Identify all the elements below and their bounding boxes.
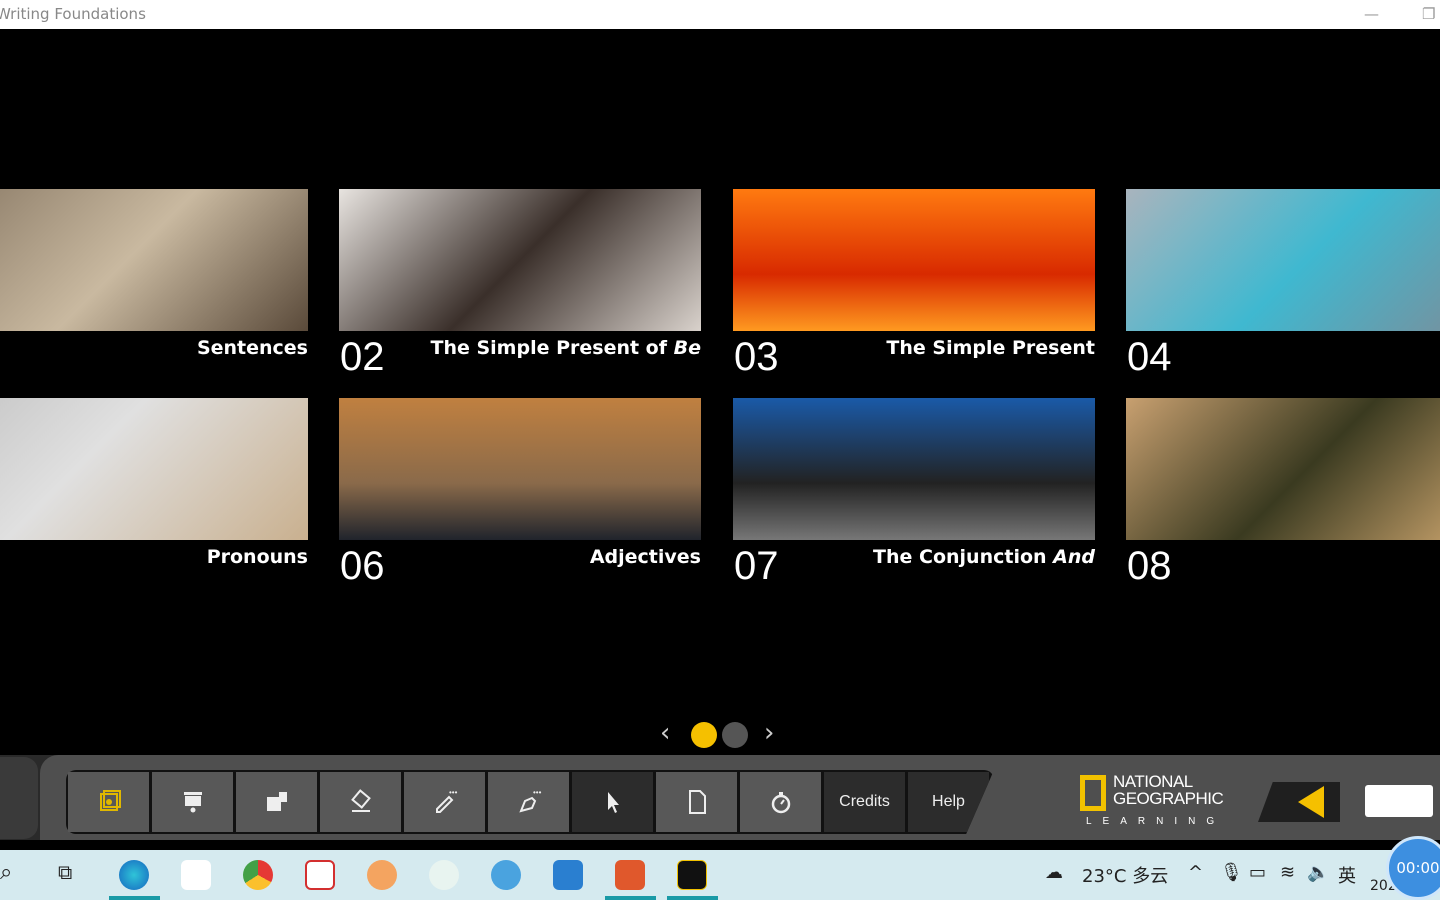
eraser-icon: [350, 789, 371, 812]
weather-text[interactable]: 23°C 多云: [1082, 862, 1168, 888]
media-button[interactable]: [68, 772, 149, 832]
unit-number: 03: [734, 335, 779, 379]
media-icon: [99, 790, 121, 811]
unit-title: Adjectives: [589, 546, 701, 568]
edge-icon[interactable]: [119, 860, 149, 890]
projector-screen-icon: [183, 792, 202, 813]
restore-button[interactable]: ❐: [1422, 0, 1435, 29]
unit-title: The Simple Present of Be: [430, 337, 701, 359]
task-view-icon[interactable]: ⧉: [58, 860, 72, 884]
battery-icon[interactable]: ▭: [1249, 862, 1266, 883]
projector-screen-button[interactable]: [152, 772, 233, 832]
svg-text:•••: •••: [449, 789, 458, 797]
unit-thumbnail[interactable]: [733, 398, 1095, 540]
stopwatch-icon: [771, 792, 790, 814]
unit-card[interactable]: 04 M: [1126, 189, 1440, 379]
unit-thumbnail[interactable]: [1126, 189, 1440, 331]
next-page-button[interactable]: ›: [764, 718, 774, 748]
tray-overflow-icon[interactable]: ^: [1188, 862, 1203, 883]
internet-explorer-icon[interactable]: [491, 860, 521, 890]
stopwatch-button[interactable]: [740, 772, 821, 832]
page-dot-2[interactable]: [722, 722, 748, 748]
unit-title: The Conjunction And: [873, 546, 1095, 568]
pencil-button[interactable]: •••: [404, 772, 485, 832]
unit-card[interactable]: 03 The Simple Present: [733, 189, 1095, 379]
pencil-icon: •••: [435, 789, 458, 813]
wifi-icon[interactable]: ≋: [1280, 862, 1295, 883]
screenshot-tool-icon[interactable]: [367, 860, 397, 890]
unit-thumbnail[interactable]: [733, 189, 1095, 331]
ime-indicator[interactable]: 英: [1338, 862, 1356, 888]
search-icon[interactable]: ⌕: [0, 860, 12, 885]
blank-page-button[interactable]: [656, 772, 737, 832]
chrome-icon[interactable]: [243, 860, 273, 890]
unit-card[interactable]: 02 The Simple Present of Be: [339, 189, 701, 379]
unit-card[interactable]: Sentences: [0, 189, 308, 379]
unit-title: Sentences: [196, 337, 308, 359]
baidu-netdisk-icon[interactable]: [181, 860, 211, 890]
pen-icon: •••: [518, 789, 542, 813]
title-bar: Writing Foundations — ❐: [0, 0, 1440, 29]
tool-group: ••• ••• Credits Help: [66, 770, 994, 834]
unit-number: 07: [734, 544, 779, 588]
app-icon[interactable]: [429, 860, 459, 890]
windows-icon: [266, 792, 287, 811]
unit-card[interactable]: 06 Adjectives: [339, 398, 701, 588]
unit-card[interactable]: 07 The Conjunction And: [733, 398, 1095, 588]
unit-number: 02: [340, 335, 385, 379]
bottom-toolbar: ••• ••• Credits Help: [0, 755, 1440, 840]
window-title: Writing Foundations: [0, 5, 146, 23]
logo-line3: LEARNING: [1086, 816, 1226, 827]
minimize-button[interactable]: —: [1364, 0, 1379, 29]
pdf-reader-icon[interactable]: [305, 860, 335, 890]
unit-title: The Simple Present: [886, 337, 1095, 359]
toolbar-left-tab[interactable]: [0, 757, 38, 839]
windows-button[interactable]: [236, 772, 317, 832]
unit-thumbnail[interactable]: [0, 398, 308, 540]
unit-card[interactable]: Pronouns: [0, 398, 308, 588]
credits-button[interactable]: Credits: [824, 772, 905, 832]
unit-number: 06: [340, 544, 385, 588]
unit-number: 04: [1127, 335, 1172, 379]
svg-text:•••: •••: [533, 789, 542, 797]
unit-thumbnail[interactable]: [339, 398, 701, 540]
unit-thumbnail[interactable]: [0, 189, 308, 331]
page-dot-1[interactable]: [691, 722, 717, 748]
unit-title: Pronouns: [206, 546, 308, 568]
blank-panel[interactable]: [1365, 785, 1433, 817]
blank-page-icon: [688, 790, 706, 814]
dictionary-icon[interactable]: [553, 860, 583, 890]
unit-card[interactable]: 08 Ar: [1126, 398, 1440, 588]
prev-page-button[interactable]: ‹: [660, 718, 670, 748]
powerpoint-icon[interactable]: [615, 860, 645, 890]
cursor-button[interactable]: [572, 772, 653, 832]
back-arrow-icon: [1298, 786, 1324, 818]
cursor-icon: [607, 792, 619, 813]
pen-button[interactable]: •••: [488, 772, 569, 832]
weather-icon[interactable]: ☁: [1045, 862, 1063, 883]
volume-icon[interactable]: 🔈: [1307, 862, 1329, 883]
unit-thumbnail[interactable]: [339, 189, 701, 331]
eraser-button[interactable]: [320, 772, 401, 832]
microphone-icon[interactable]: 🎙: [1220, 862, 1243, 883]
logo-line2: GEOGRAPHIC: [1113, 789, 1224, 808]
unit-thumbnail[interactable]: [1126, 398, 1440, 540]
natgeo-learning-app-icon[interactable]: [677, 860, 707, 890]
unit-number: 08: [1127, 544, 1172, 588]
